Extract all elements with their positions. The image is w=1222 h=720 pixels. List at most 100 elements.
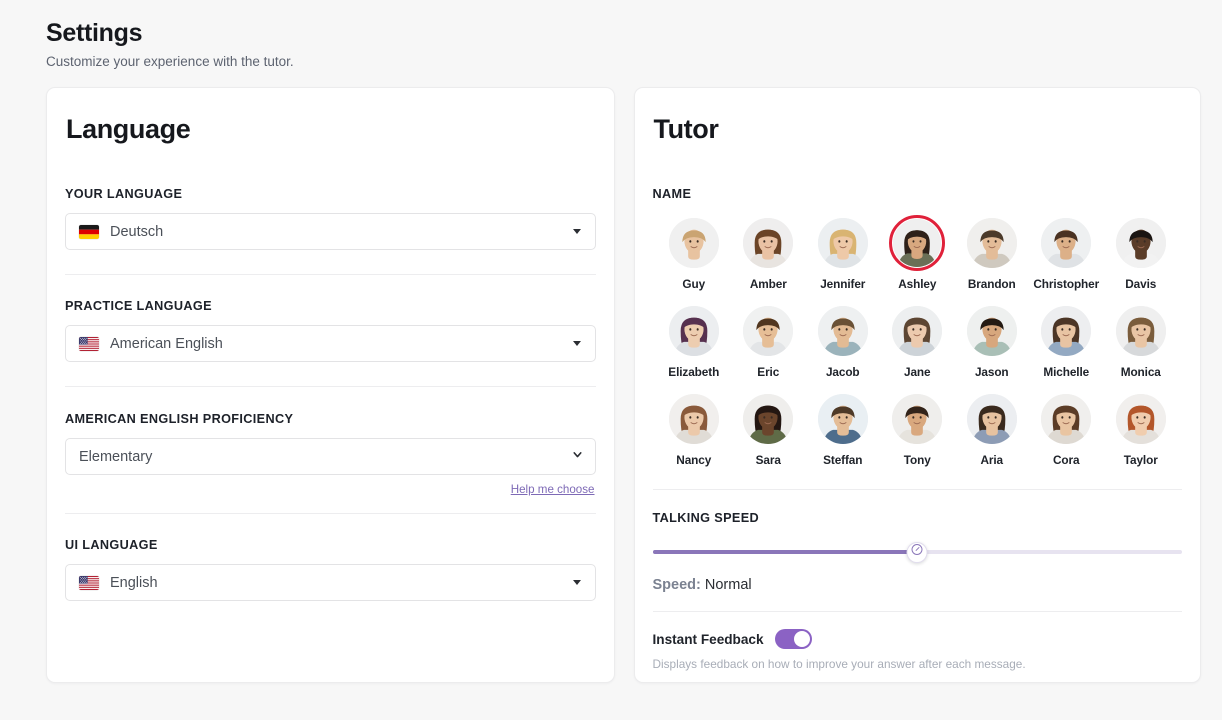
tutor-avatar-jane[interactable]: Jane — [880, 303, 955, 379]
tutor-name-label: Jennifer — [820, 277, 866, 291]
avatar-ring[interactable] — [740, 391, 796, 447]
tutor-avatar-eric[interactable]: Eric — [731, 303, 806, 379]
avatar — [817, 306, 868, 356]
practice-language-value-wrap: American English — [79, 336, 573, 352]
tutor-avatar-guy[interactable]: Guy — [657, 215, 732, 291]
avatar — [817, 218, 868, 268]
tutor-name-label: Brandon — [967, 277, 1016, 291]
divider-5 — [652, 611, 1182, 612]
avatar-ring[interactable] — [889, 391, 945, 447]
ui-language-field: UI LANGUAGE English — [65, 538, 596, 601]
help-link-row: Help me choose — [65, 483, 596, 496]
your-language-field: YOUR LANGUAGE Deutsch — [65, 187, 596, 250]
avatar-ring[interactable] — [666, 391, 722, 447]
your-language-select[interactable]: Deutsch — [65, 213, 596, 250]
tutor-avatar-amber[interactable]: Amber — [731, 215, 806, 291]
page-header: Settings Customize your experience with … — [0, 0, 1222, 69]
tutor-avatar-jennifer[interactable]: Jennifer — [806, 215, 881, 291]
avatar-ring[interactable] — [815, 391, 871, 447]
tutor-name-label: Aria — [980, 453, 1004, 467]
ui-language-select[interactable]: English — [65, 564, 596, 601]
tutor-avatar-michelle[interactable]: Michelle — [1029, 303, 1104, 379]
tutor-avatar-christopher[interactable]: Christopher — [1029, 215, 1104, 291]
tutor-avatar-steffan[interactable]: Steffan — [806, 391, 881, 467]
tutor-avatar-nancy[interactable]: Nancy — [657, 391, 732, 467]
avatar-ring[interactable] — [964, 391, 1020, 447]
ui-language-value-wrap: English — [79, 575, 573, 591]
avatar-ring[interactable] — [740, 303, 796, 359]
instant-feedback-description: Displays feedback on how to improve your… — [652, 657, 1026, 671]
tutor-avatar-brandon[interactable]: Brandon — [955, 215, 1030, 291]
instant-feedback-row: Instant Feedback — [653, 629, 1183, 649]
avatar-ring[interactable] — [815, 215, 871, 271]
tutor-avatar-sara[interactable]: Sara — [731, 391, 806, 467]
flag-germany-icon — [79, 224, 99, 239]
caret-down-icon — [572, 341, 581, 346]
avatar-ring[interactable] — [666, 215, 722, 271]
avatar-ring[interactable] — [1038, 215, 1094, 271]
tutor-name-label: Elizabeth — [668, 365, 720, 379]
avatar — [743, 218, 794, 268]
tutor-name-label: Tony — [903, 453, 931, 467]
tutor-avatar-jacob[interactable]: Jacob — [806, 303, 881, 379]
avatar — [1115, 394, 1166, 444]
avatar-ring[interactable] — [1038, 391, 1094, 447]
speedometer-icon — [911, 543, 924, 561]
instant-feedback-section: Instant Feedback Displays feedback on ho… — [653, 629, 1183, 671]
proficiency-field: AMERICAN ENGLISH PROFICIENCY Elementary … — [65, 412, 596, 496]
avatar — [1041, 306, 1092, 356]
slider-thumb[interactable] — [906, 541, 928, 563]
tutor-name-label: Michelle — [1043, 365, 1090, 379]
language-card-title: Language — [66, 114, 191, 144]
tutor-avatar-tony[interactable]: Tony — [880, 391, 955, 467]
avatar — [966, 394, 1017, 444]
practice-language-value: American English — [110, 335, 223, 352]
avatar-ring[interactable] — [815, 303, 871, 359]
tutor-avatar-monica[interactable]: Monica — [1104, 303, 1179, 379]
flag-usa-icon — [79, 575, 99, 590]
practice-language-select[interactable]: American English — [65, 325, 596, 362]
proficiency-label: AMERICAN ENGLISH PROFICIENCY — [65, 412, 294, 426]
tutor-settings-card: Tutor NAME Guy Amber Jennifer Ashley Bra… — [633, 87, 1201, 683]
talking-speed-slider[interactable] — [652, 541, 1182, 563]
tutor-avatar-davis[interactable]: Davis — [1104, 215, 1179, 291]
avatar — [668, 306, 719, 356]
tutor-avatar-ashley[interactable]: Ashley — [880, 215, 955, 291]
tutor-avatar-cora[interactable]: Cora — [1029, 391, 1104, 467]
avatar-ring[interactable] — [964, 215, 1020, 271]
tutor-avatar-taylor[interactable]: Taylor — [1104, 391, 1179, 467]
proficiency-select[interactable]: Elementary — [65, 438, 596, 475]
speed-value: Normal — [704, 577, 752, 593]
avatar-ring[interactable] — [666, 303, 722, 359]
tutor-name-label: Taylor — [1123, 453, 1158, 467]
help-me-choose-link[interactable]: Help me choose — [511, 483, 595, 496]
avatar-ring[interactable] — [889, 303, 945, 359]
avatar — [668, 394, 719, 444]
avatar-ring[interactable] — [1113, 215, 1169, 271]
talking-speed-label: TALKING SPEED — [652, 511, 760, 525]
tutor-avatar-elizabeth[interactable]: Elizabeth — [657, 303, 732, 379]
avatar — [892, 394, 943, 444]
tutor-name-label: Jason — [974, 365, 1009, 379]
speed-readout: Speed: Normal — [653, 577, 1183, 593]
avatar-ring[interactable] — [1038, 303, 1094, 359]
tutor-name-label: Sara — [755, 453, 781, 467]
avatar-ring[interactable] — [964, 303, 1020, 359]
slider-fill — [652, 550, 918, 554]
tutor-name-label: Cora — [1053, 453, 1080, 467]
your-language-value: Deutsch — [110, 223, 164, 240]
tutor-name-label: Ashley — [898, 277, 937, 291]
instant-feedback-toggle[interactable] — [774, 629, 812, 649]
avatar-selected-ring[interactable] — [889, 215, 946, 271]
tutor-avatar-aria[interactable]: Aria — [955, 391, 1030, 467]
tutor-name-label: Jane — [904, 365, 931, 379]
avatar-ring[interactable] — [740, 215, 796, 271]
tutor-avatar-jason[interactable]: Jason — [955, 303, 1030, 379]
proficiency-value: Elementary — [79, 448, 153, 465]
flag-usa-icon — [79, 336, 99, 351]
avatar-ring[interactable] — [1113, 303, 1169, 359]
instant-feedback-label: Instant Feedback — [652, 631, 764, 647]
avatar-ring[interactable] — [1113, 391, 1169, 447]
avatar — [893, 219, 942, 267]
avatar — [1115, 218, 1166, 268]
